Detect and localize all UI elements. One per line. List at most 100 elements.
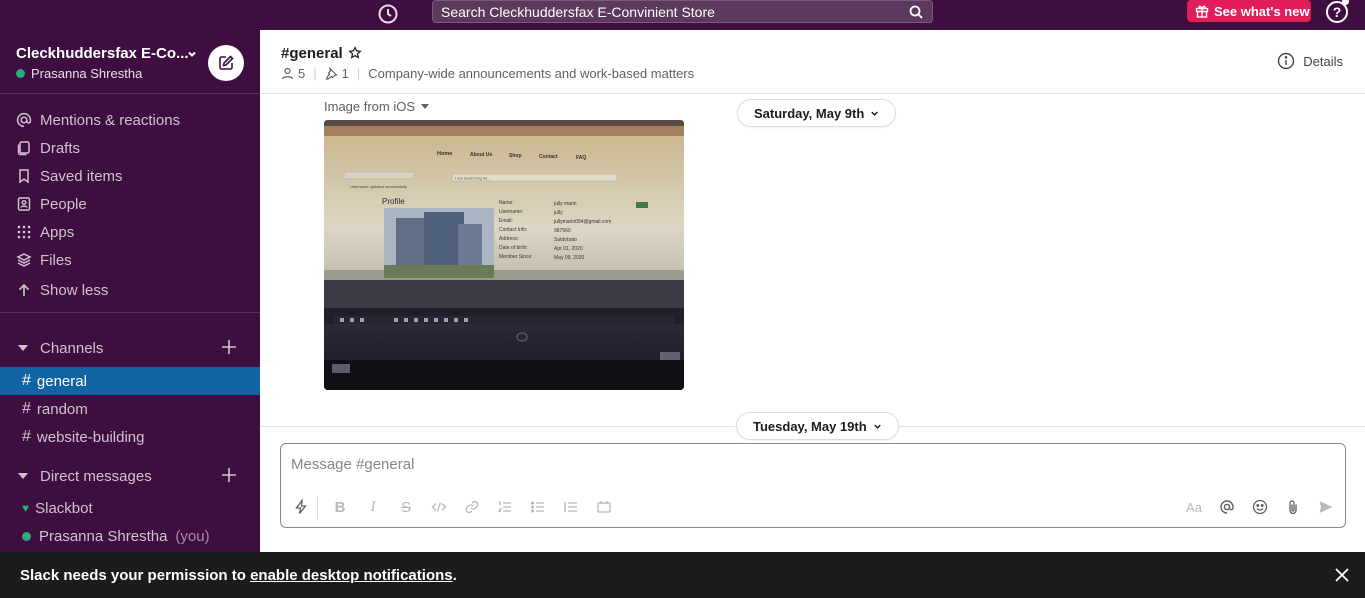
channel-title[interactable]: #general [281, 45, 343, 62]
nav-label: Show less [40, 281, 109, 299]
nav-show-less[interactable]: Show less [0, 276, 260, 304]
add-channel-icon[interactable] [220, 338, 238, 356]
hash-icon: # [22, 428, 31, 445]
star-icon[interactable] [348, 46, 362, 60]
channel-random[interactable]: # random [0, 395, 260, 423]
attachment-icon[interactable] [1284, 498, 1302, 516]
photo-profile-value: May 09, 2020 [554, 255, 585, 261]
photo-profile-value: jullymarin054@gmail.com [553, 219, 611, 225]
photo-profile-value: jully marin [553, 201, 577, 207]
nav-label: Apps [40, 223, 75, 241]
chevron-down-icon[interactable] [186, 47, 198, 59]
member-count[interactable]: 5 [298, 66, 305, 81]
see-whats-new-button[interactable]: See what's new [1187, 0, 1311, 22]
nav-label: Drafts [40, 139, 81, 157]
nav-people[interactable]: People [0, 190, 260, 218]
sidebar: Cleckhuddersfax E-Co... Prasanna Shresth… [0, 30, 260, 552]
strikethrough-icon[interactable]: S [397, 498, 415, 516]
photo-nav-link: Shop [509, 153, 522, 159]
blockquote-icon[interactable] [562, 498, 580, 516]
search-text: Search Cleckhuddersfax E-Convinient Stor… [441, 4, 715, 20]
emoji-icon[interactable] [1251, 498, 1269, 516]
message-composer[interactable]: Message #general B I S Aa [280, 443, 1346, 528]
pin-icon[interactable] [325, 67, 338, 80]
send-icon[interactable] [1317, 498, 1335, 516]
message-list: Image from iOS Home About Us Shop Contac… [260, 94, 1365, 441]
compose-button[interactable] [208, 45, 244, 81]
channels-section-header[interactable]: Channels [0, 334, 260, 362]
message-image[interactable]: Home About Us Shop Contact FAQ I am Sear… [324, 120, 684, 390]
bulleted-list-icon[interactable] [529, 498, 547, 516]
channel-general[interactable]: # general [0, 367, 260, 395]
photo-profile-value: Apr 01, 2020 [554, 246, 583, 252]
message-input[interactable]: Message #general [291, 456, 414, 473]
mention-icon[interactable] [1218, 498, 1236, 516]
sidebar-divider [0, 312, 260, 313]
channel-name: general [36, 372, 87, 390]
details-button[interactable]: Details [1277, 52, 1343, 70]
photo-profile-value: jully [553, 210, 563, 216]
code-icon[interactable] [430, 498, 448, 516]
date-label: Tuesday, May 19th [753, 418, 867, 434]
photo-profile-label: Contact Info: [499, 227, 527, 233]
workspace-name[interactable]: Cleckhuddersfax E-Co... [16, 45, 189, 62]
caret-down-icon[interactable] [18, 473, 28, 479]
photo-profile-label: Address: [499, 236, 519, 242]
close-icon[interactable] [1333, 566, 1351, 584]
nav-files[interactable]: Files [0, 246, 260, 274]
drafts-icon [17, 141, 30, 156]
ordered-list-icon[interactable] [496, 498, 514, 516]
channel-topic[interactable]: Company-wide announcements and work-base… [368, 66, 694, 81]
hash-icon: # [22, 372, 31, 389]
nav-label: People [40, 195, 87, 213]
pinned-count[interactable]: 1 [342, 66, 349, 81]
italic-icon[interactable]: I [364, 498, 382, 516]
apps-icon [17, 225, 31, 239]
nav-drafts[interactable]: Drafts [0, 134, 260, 162]
photo-profile-label: Email: [499, 218, 513, 224]
bold-icon[interactable]: B [331, 498, 349, 516]
channel-name: random [36, 400, 88, 418]
workspace-header[interactable]: Cleckhuddersfax E-Co... Prasanna Shresth… [0, 30, 260, 94]
shortcuts-icon[interactable] [292, 498, 310, 516]
channel-header: #general 5 | 1 | Company-wide announceme… [260, 30, 1365, 94]
dm-slackbot[interactable]: ♥ Slackbot [0, 494, 260, 522]
channel-name: website-building [36, 428, 145, 446]
laptop-photo-illustration: Home About Us Shop Contact FAQ I am Sear… [324, 120, 684, 390]
search-icon [908, 4, 924, 20]
dms-section-header[interactable]: Direct messages [0, 462, 260, 490]
chevron-down-icon [873, 424, 881, 429]
search-bar[interactable]: Search Cleckhuddersfax E-Convinient Stor… [432, 0, 933, 23]
member-icon[interactable] [281, 67, 294, 80]
see-whats-new-label: See what's new [1214, 3, 1310, 19]
toolbar-separator [317, 497, 318, 519]
hash-icon: # [22, 400, 31, 417]
nav-saved-items[interactable]: Saved items [0, 162, 260, 190]
add-dm-icon[interactable] [220, 466, 238, 484]
date-divider-button[interactable]: Saturday, May 9th [737, 99, 897, 127]
text-formatting-toggle[interactable]: Aa [1185, 498, 1203, 516]
caret-down-icon[interactable] [421, 104, 430, 109]
code-block-icon[interactable] [595, 498, 613, 516]
dm-name: Slackbot [35, 499, 93, 517]
history-icon[interactable] [376, 2, 400, 26]
nav-apps[interactable]: Apps [0, 218, 260, 246]
channel-website-building[interactable]: # website-building [0, 423, 260, 451]
details-label: Details [1303, 53, 1343, 69]
photo-profile-heading: Profile [382, 197, 405, 206]
caret-down-icon[interactable] [18, 345, 28, 351]
nav-mentions-reactions[interactable]: Mentions & reactions [0, 106, 260, 134]
photo-nav-link: Contact [539, 154, 558, 160]
dm-prasanna-shrestha[interactable]: Prasanna Shrestha (you) [0, 522, 260, 550]
photo-profile-label: Date of birth: [499, 245, 528, 251]
notification-message: Slack needs your permission to enable de… [20, 567, 457, 584]
top-bar: Search Cleckhuddersfax E-Convinient Stor… [0, 0, 1365, 30]
enable-notifications-link[interactable]: enable desktop notifications [250, 567, 453, 584]
date-divider-button[interactable]: Tuesday, May 19th [736, 412, 899, 440]
photo-profile-value: Satdobato [554, 237, 577, 243]
bookmark-icon [19, 169, 29, 184]
presence-dot [16, 69, 25, 78]
photo-profile-label: Name: [499, 200, 514, 206]
image-title[interactable]: Image from iOS [324, 99, 430, 114]
link-icon[interactable] [463, 498, 481, 516]
